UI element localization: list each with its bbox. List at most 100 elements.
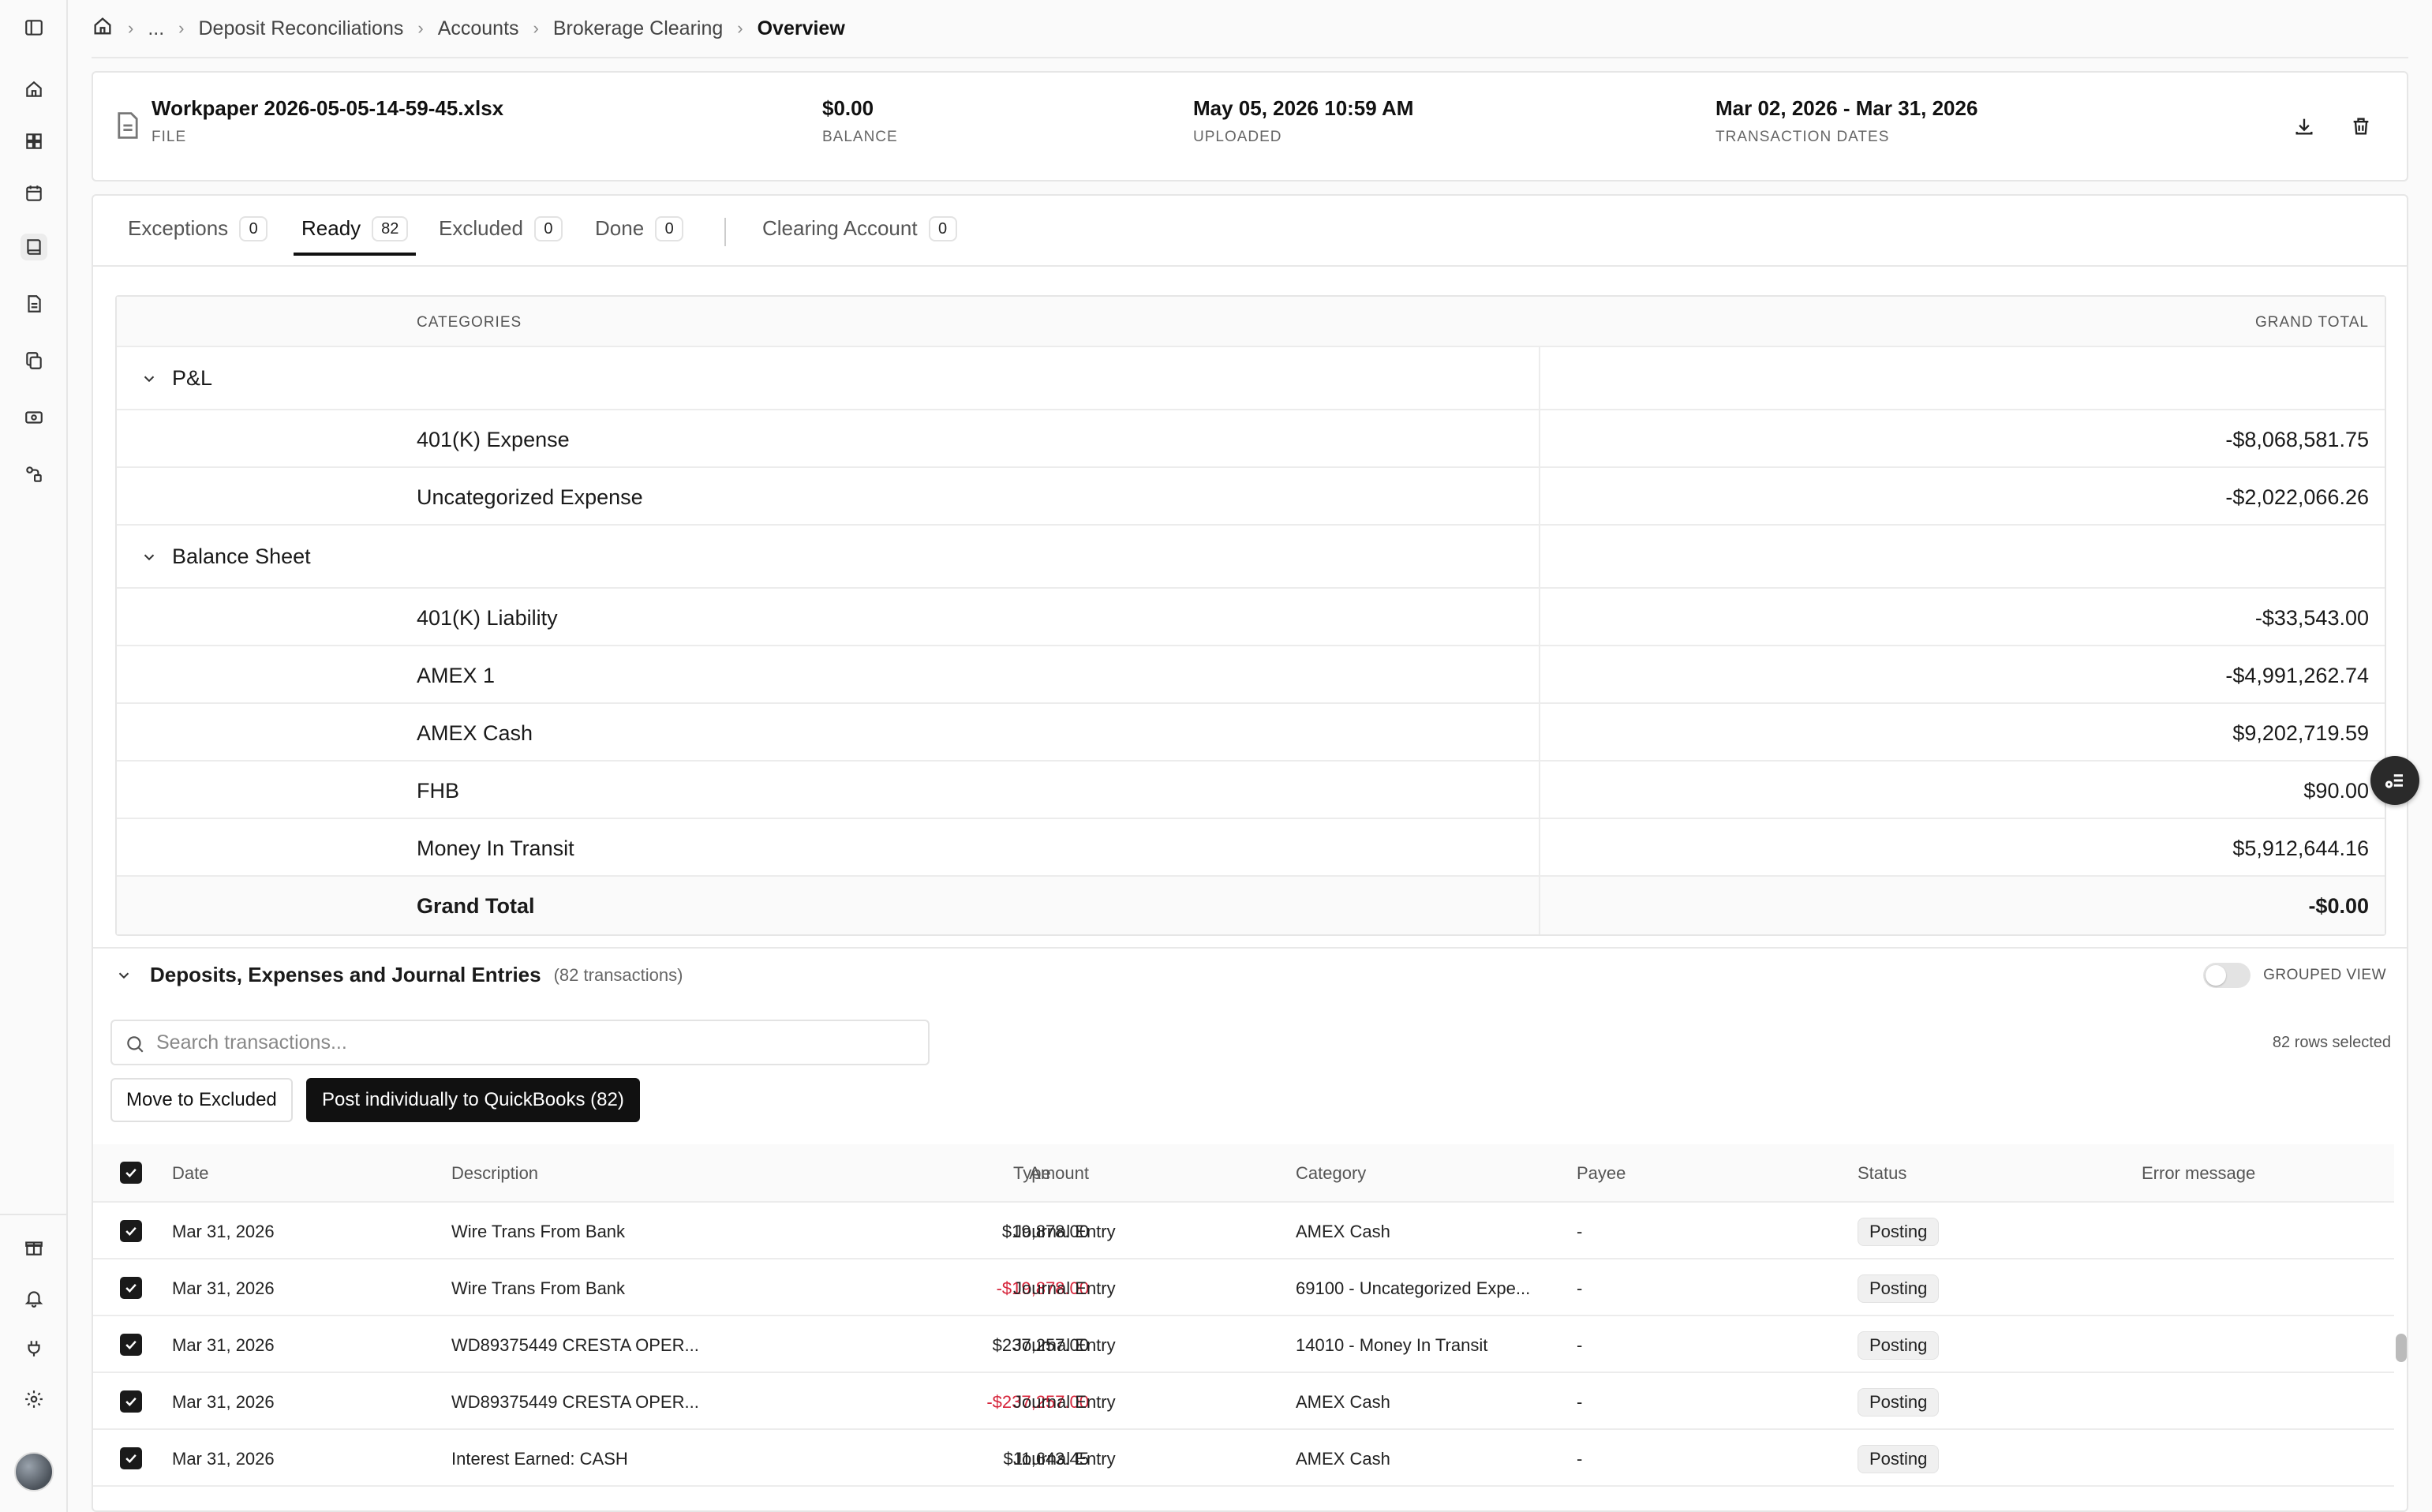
- download-button[interactable]: [2282, 104, 2326, 148]
- check-icon: [125, 1397, 137, 1406]
- tab-label: Clearing Account: [762, 216, 918, 240]
- breadcrumb-ellipsis[interactable]: ...: [148, 17, 164, 40]
- calendar-icon[interactable]: [21, 180, 47, 207]
- balance-label: BALANCE: [822, 129, 898, 145]
- gift-icon[interactable]: [21, 1234, 47, 1261]
- row-payee[interactable]: -: [1577, 1335, 1582, 1356]
- table-scrollbar[interactable]: [2396, 1334, 2407, 1362]
- table-row[interactable]: Mar 31, 2026 Wire Trans From Bank -$19,878…: [93, 1259, 2394, 1316]
- book-icon[interactable]: [21, 234, 47, 260]
- file-name: Workpaper 2026-05-05-14-59-45.xlsx: [152, 96, 504, 120]
- summary-row: 401(K) Liability -$33,543.00: [117, 589, 2385, 646]
- chevron-right-icon: ›: [178, 18, 185, 38]
- payee-column-header[interactable]: Payee: [1577, 1163, 1626, 1184]
- transaction-dates-value: Mar 02, 2026 - Mar 31, 2026: [1715, 96, 1978, 120]
- row-category[interactable]: AMEX Cash: [1296, 1392, 1390, 1413]
- tab-clearing-account[interactable]: Clearing Account 0: [762, 216, 957, 256]
- post-to-quickbooks-button[interactable]: Post individually to QuickBooks (82): [306, 1078, 640, 1122]
- status-column-header[interactable]: Status: [1858, 1163, 1906, 1184]
- dashboard-icon[interactable]: [21, 128, 47, 155]
- summary-row: Uncategorized Expense -$2,022,066.26: [117, 468, 2385, 526]
- grouped-view-toggle[interactable]: [2203, 963, 2251, 988]
- file-name-label: FILE: [152, 129, 187, 145]
- home-icon[interactable]: [21, 76, 47, 103]
- date-column-header[interactable]: Date: [172, 1163, 208, 1184]
- row-checkbox[interactable]: [120, 1277, 142, 1299]
- cash-icon[interactable]: [21, 404, 47, 431]
- home-icon[interactable]: [92, 15, 114, 43]
- description-column-header[interactable]: Description: [451, 1163, 538, 1184]
- summary-amount: -$4,991,262.74: [2225, 664, 2369, 687]
- breadcrumb-brokerage-clearing[interactable]: Brokerage Clearing: [553, 17, 723, 40]
- balance-value: $0.00: [822, 96, 874, 120]
- row-payee[interactable]: -: [1577, 1222, 1582, 1242]
- tab-exceptions[interactable]: Exceptions 0: [128, 216, 268, 256]
- summary-header-row: CATEGORIES GRAND TOTAL: [117, 297, 2385, 347]
- transactions-header[interactable]: Deposits, Expenses and Journal Entries (…: [115, 963, 683, 987]
- breadcrumb-deposit-reconciliations[interactable]: Deposit Reconciliations: [199, 17, 404, 40]
- categories-column-header: CATEGORIES: [417, 314, 522, 331]
- chevron-down-icon: [118, 972, 129, 979]
- plug-icon[interactable]: [21, 1335, 47, 1362]
- tab-done[interactable]: Done 0: [595, 216, 684, 256]
- sidebar-toggle-icon[interactable]: [21, 14, 47, 41]
- summary-amount: -$33,543.00: [2254, 606, 2369, 630]
- status-badge: Posting: [1858, 1274, 1940, 1303]
- row-payee[interactable]: -: [1577, 1392, 1582, 1413]
- transactions-title: Deposits, Expenses and Journal Entries: [150, 963, 541, 986]
- tab-label: Done: [595, 216, 645, 240]
- table-row[interactable]: Mar 31, 2026 WD89375449 CRESTA OPER... -$2…: [93, 1373, 2394, 1430]
- tab-ready[interactable]: Ready 82: [293, 216, 417, 256]
- row-type: Journal Entry: [1013, 1449, 1116, 1469]
- row-payee[interactable]: -: [1577, 1449, 1582, 1469]
- bell-icon[interactable]: [21, 1285, 47, 1312]
- row-category[interactable]: AMEX Cash: [1296, 1222, 1390, 1242]
- summary-group-pl[interactable]: P&L: [117, 347, 2385, 410]
- tab-excluded[interactable]: Excluded 0: [439, 216, 563, 256]
- row-checkbox[interactable]: [120, 1390, 142, 1413]
- copy-icon[interactable]: [21, 347, 47, 374]
- summary-category: Uncategorized Expense: [417, 485, 643, 509]
- move-to-excluded-button[interactable]: Move to Excluded: [110, 1078, 293, 1122]
- row-category[interactable]: 14010 - Money In Transit: [1296, 1335, 1487, 1356]
- uploaded-value: May 05, 2026 10:59 AM: [1193, 96, 1414, 120]
- breadcrumb-accounts[interactable]: Accounts: [438, 17, 519, 40]
- row-checkbox[interactable]: [120, 1447, 142, 1469]
- category-column-header[interactable]: Category: [1296, 1163, 1366, 1184]
- workflow-icon[interactable]: [21, 461, 47, 488]
- delete-button[interactable]: [2339, 104, 2383, 148]
- select-all-checkbox[interactable]: [120, 1162, 142, 1184]
- sidebar-divider: [0, 1214, 68, 1215]
- grand-total-label: Grand Total: [417, 894, 535, 918]
- group-toggle[interactable]: P&L: [140, 366, 212, 391]
- main-panel: Exceptions 0 Ready 82 Excluded 0 Done 0 …: [92, 194, 2408, 1512]
- row-date: Mar 31, 2026: [172, 1392, 275, 1412]
- gear-icon[interactable]: [21, 1386, 47, 1413]
- summary-group-balance-sheet[interactable]: Balance Sheet: [117, 526, 2385, 589]
- header-divider: [92, 57, 2408, 58]
- status-badge: Posting: [1858, 1445, 1940, 1473]
- uploaded-label: UPLOADED: [1193, 129, 1282, 145]
- table-row[interactable]: Mar 31, 2026 WD89375449 CRESTA OPER... $23…: [93, 1316, 2394, 1373]
- chevron-right-icon: ›: [737, 18, 743, 38]
- type-column-header[interactable]: Type: [1013, 1163, 1051, 1184]
- row-checkbox[interactable]: [120, 1334, 142, 1356]
- summary-category: 401(K) Expense: [417, 428, 570, 451]
- group-toggle[interactable]: Balance Sheet: [140, 545, 311, 569]
- avatar[interactable]: [14, 1452, 54, 1491]
- chevron-right-icon: ›: [533, 18, 539, 38]
- table-row[interactable]: Mar 31, 2026 Wire Trans From Bank $19,878.…: [93, 1203, 2394, 1259]
- row-description: WD89375449 CRESTA OPER...: [451, 1392, 699, 1412]
- row-category[interactable]: 69100 - Uncategorized Expe...: [1296, 1278, 1530, 1299]
- error-message-column-header[interactable]: Error message: [2142, 1163, 2255, 1184]
- search-input[interactable]: [156, 1027, 914, 1057]
- table-row[interactable]: Mar 31, 2026 Interest Earned: CASH $11,643…: [93, 1430, 2394, 1487]
- row-category[interactable]: AMEX Cash: [1296, 1449, 1390, 1469]
- row-checkbox[interactable]: [120, 1220, 142, 1242]
- floating-action-button[interactable]: [2370, 756, 2419, 805]
- row-date: Mar 31, 2026: [172, 1278, 275, 1298]
- group-name: Balance Sheet: [172, 545, 311, 568]
- row-payee[interactable]: -: [1577, 1278, 1582, 1299]
- check-icon: [125, 1283, 137, 1293]
- document-icon[interactable]: [21, 290, 47, 317]
